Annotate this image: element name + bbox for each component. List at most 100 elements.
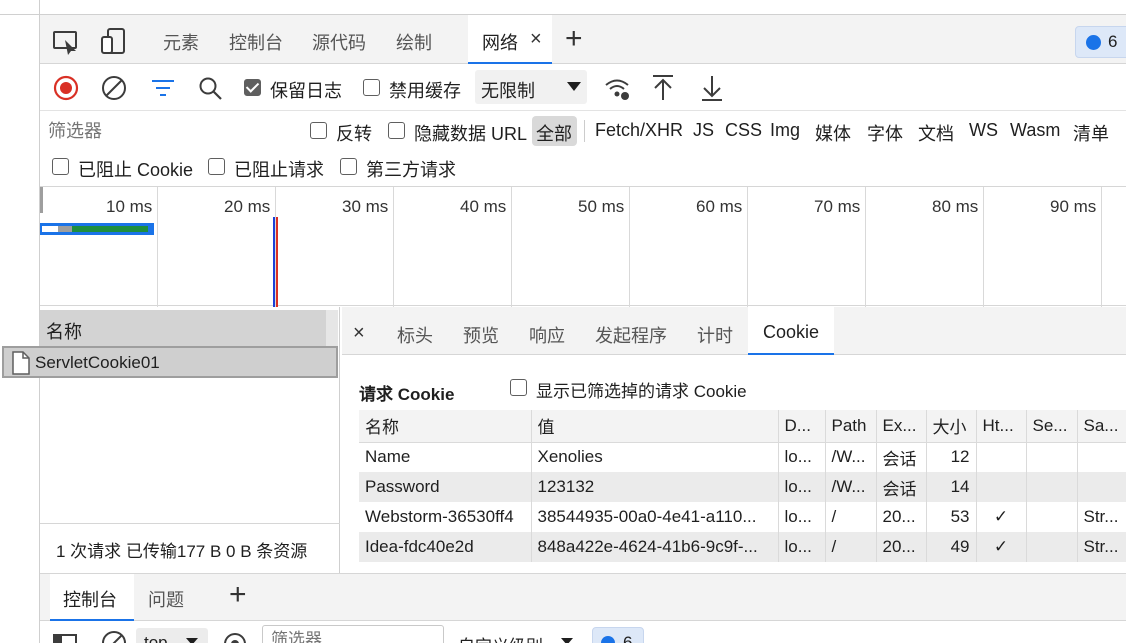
disable-cache-label: 禁用缓存 (389, 81, 461, 101)
request-list-scrollbar[interactable] (326, 310, 338, 346)
add-tab-icon[interactable]: + (565, 22, 583, 56)
filter-icon[interactable] (150, 77, 176, 99)
drawer-console-toolbar: top 自定义级别 6 (40, 622, 1126, 643)
timeline-gridline (629, 187, 630, 307)
drawer-tab-bar (40, 573, 1126, 621)
inspect-icon[interactable] (52, 28, 80, 56)
cookie-row[interactable]: Password 123132 lo... /W... 会话 14 (359, 472, 1126, 502)
import-har-icon[interactable] (651, 74, 675, 102)
cookie-name: Password (359, 472, 532, 502)
timeline-start-marker (40, 187, 43, 213)
log-levels-select[interactable]: 自定义级别 (458, 632, 543, 643)
filter-type-manifest[interactable]: 清单 (1073, 120, 1109, 146)
column-header[interactable]: Ht... (976, 410, 1027, 443)
timeline-gridline (747, 187, 748, 307)
filter-type-css[interactable]: CSS (725, 120, 762, 141)
filter-type-ws[interactable]: WS (969, 120, 998, 141)
filter-type-all[interactable]: 全部 (536, 120, 572, 146)
filter-type-js[interactable]: JS (693, 120, 714, 141)
tab-rendering[interactable]: 绘制 (396, 29, 432, 55)
blocked-requests-checkbox[interactable] (208, 158, 225, 175)
hide-data-url-checkbox[interactable] (388, 122, 405, 139)
filter-type-media[interactable]: 媒体 (815, 120, 851, 146)
cookie-row[interactable]: Name Xenolies lo... /W... 会话 12 (359, 442, 1126, 472)
filter-type-img[interactable]: Img (770, 120, 800, 141)
column-header[interactable]: Sa... (1077, 410, 1126, 443)
record-icon[interactable] (53, 75, 79, 101)
chevron-down-icon (186, 638, 198, 643)
cookie-value: 123132 (531, 472, 779, 502)
context-select[interactable]: top (136, 628, 208, 643)
timeline-gridline (157, 187, 158, 307)
cookie-row[interactable]: Webstorm-36530ff4 38544935-00a0-4e41-a11… (359, 502, 1126, 532)
search-icon[interactable] (198, 76, 224, 102)
column-header[interactable]: Path (825, 410, 877, 443)
tab-preview[interactable]: 预览 (463, 322, 499, 348)
cookie-samesite: Str... (1077, 532, 1126, 562)
close-detail-icon[interactable]: × (353, 322, 365, 345)
drawer-tab-console[interactable]: 控制台 (63, 586, 117, 612)
drawer-add-tab-icon[interactable]: + (229, 578, 247, 612)
tab-timing[interactable]: 计时 (697, 322, 733, 348)
third-party-checkbox[interactable] (340, 158, 357, 175)
cookie-value: Xenolies (531, 442, 779, 472)
invert-checkbox[interactable] (310, 122, 327, 139)
drawer-tab-issues[interactable]: 问题 (148, 586, 184, 612)
column-header[interactable]: 名称 (359, 410, 532, 443)
live-expression-eye-icon[interactable] (223, 632, 247, 643)
timeline-label: 60 ms (696, 197, 743, 216)
cookie-expires: 会话 (876, 442, 927, 472)
filter-type-wasm[interactable]: Wasm (1010, 120, 1060, 141)
device-toggle-icon[interactable] (100, 27, 128, 57)
filter-type-font[interactable]: 字体 (867, 120, 903, 146)
filter-type-fetch-xhr[interactable]: Fetch/XHR (595, 120, 683, 141)
cookie-name: Webstorm-36530ff4 (359, 502, 532, 532)
tab-console[interactable]: 控制台 (229, 29, 283, 55)
disable-cache-checkbox[interactable] (363, 79, 380, 96)
blocked-requests-label: 已阻止请求 (234, 160, 324, 180)
main-tab-bar (40, 15, 1126, 64)
column-header[interactable]: Ex... (876, 410, 927, 443)
show-filtered-cookies-checkbox[interactable] (510, 379, 527, 396)
throttling-select[interactable]: 无限制 (475, 70, 587, 104)
sidebar-toggle-icon[interactable] (53, 634, 77, 643)
column-header[interactable]: D... (778, 410, 826, 443)
cookie-samesite: Str... (1077, 502, 1126, 532)
column-header[interactable]: 值 (531, 410, 779, 443)
preserve-log-checkbox[interactable] (244, 79, 261, 96)
show-filtered-cookies-label: 显示已筛选掉的请求 Cookie (536, 382, 747, 401)
cookie-domain: lo... (778, 472, 826, 502)
timeline-label: 80 ms (932, 197, 979, 216)
export-har-icon[interactable] (700, 74, 724, 102)
tab-headers[interactable]: 标头 (397, 322, 433, 348)
cookie-httponly: ✓ (976, 502, 1027, 532)
column-header[interactable]: Se... (1026, 410, 1078, 443)
tab-network[interactable]: 网络 (482, 29, 518, 55)
console-filter-input[interactable] (262, 625, 444, 643)
tab-sources[interactable]: 源代码 (312, 29, 366, 55)
cookie-samesite (1077, 442, 1126, 472)
clear-icon[interactable] (101, 75, 127, 101)
timeline-gridline (511, 187, 512, 307)
column-header[interactable]: 大小 (926, 410, 977, 443)
issues-badge[interactable]: 6 (1075, 26, 1126, 58)
clear-console-icon[interactable] (101, 630, 127, 643)
tab-initiator[interactable]: 发起程序 (595, 322, 667, 348)
tab-cookies[interactable]: Cookie (763, 322, 819, 343)
timeline-overview[interactable]: 10 ms 20 ms 30 ms 40 ms 50 ms 60 ms 70 m… (40, 186, 1126, 307)
network-conditions-icon[interactable] (603, 76, 631, 102)
request-name: ServletCookie01 (35, 353, 160, 372)
console-issues-badge[interactable]: 6 (592, 627, 644, 643)
timeline-gridline (865, 187, 866, 307)
filter-input[interactable] (44, 116, 290, 146)
blocked-cookies-checkbox[interactable] (52, 158, 69, 175)
cookie-row[interactable]: Idea-fdc40e2d 848a422e-4624-41b6-9c9f-..… (359, 532, 1126, 562)
tab-network-close-icon[interactable]: × (530, 28, 542, 51)
cookie-table-header: 名称 值 D... Path Ex... 大小 Ht... Se... Sa..… (359, 410, 1126, 443)
filter-type-doc[interactable]: 文档 (918, 120, 954, 146)
tab-response[interactable]: 响应 (529, 322, 565, 348)
request-row[interactable]: ServletCookie01 (2, 346, 338, 378)
tab-elements[interactable]: 元素 (163, 29, 199, 55)
request-list-header[interactable]: 名称 (40, 310, 326, 346)
cookie-expires: 会话 (876, 472, 927, 502)
